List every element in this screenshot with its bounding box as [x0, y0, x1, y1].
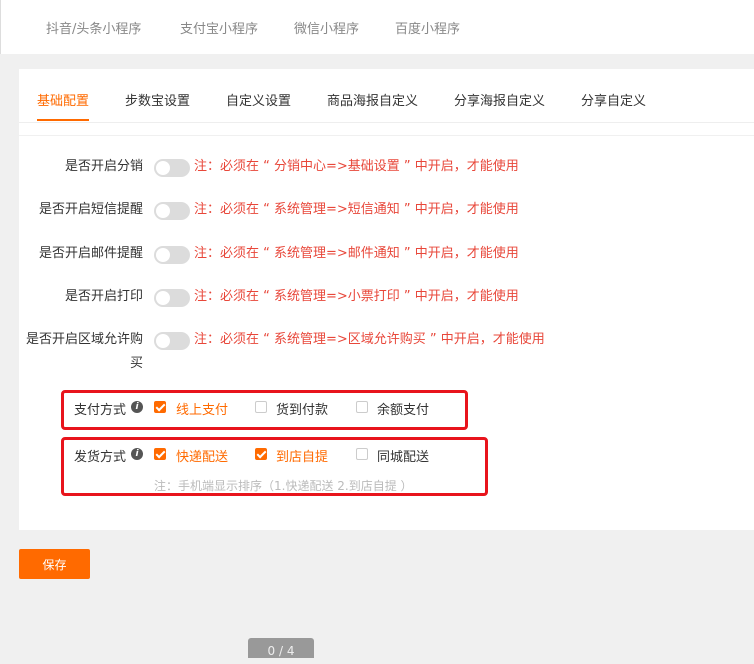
print-note: 注：必须在 “ 系统管理=>小票打印 ” 中开启，才能使用 — [194, 289, 519, 304]
tab-alipay[interactable]: 支付宝小程序 — [180, 18, 258, 37]
store-pickup-label[interactable]: 到店自提 — [276, 446, 328, 465]
platform-tabs: 抖音/头条小程序 支付宝小程序 微信小程序 百度小程序 — [0, 0, 754, 54]
cod-checkbox[interactable] — [255, 401, 267, 413]
sms-reminder-label: 是否开启短信提醒 — [38, 202, 143, 217]
divider — [19, 135, 754, 136]
tab-product-poster[interactable]: 商品海报自定义 — [327, 90, 418, 109]
tab-share-custom[interactable]: 分享自定义 — [581, 90, 646, 109]
settings-tabs: 基础配置 步数宝设置 自定义设置 商品海报自定义 分享海报自定义 分享自定义 — [19, 69, 754, 123]
info-icon[interactable]: i — [131, 448, 143, 460]
online-payment-label[interactable]: 线上支付 — [176, 399, 228, 418]
save-button[interactable]: 保存 — [19, 549, 90, 579]
sms-reminder-note: 注：必须在 “ 系统管理=>短信通知 ” 中开启，才能使用 — [194, 202, 519, 217]
same-city-delivery-label[interactable]: 同城配送 — [377, 446, 429, 465]
tab-douyin[interactable]: 抖音/头条小程序 — [46, 18, 141, 37]
delivery-order-hint: 注：手机端显示排序（1.快递配送 2.到店自提 ） — [154, 479, 413, 493]
active-tab-indicator — [37, 119, 89, 121]
cod-label[interactable]: 货到付款 — [276, 399, 328, 418]
sms-reminder-toggle[interactable] — [154, 202, 190, 220]
region-purchase-label-line1: 是否开启区域允许购 — [25, 332, 143, 347]
region-purchase-note: 注：必须在 “ 系统管理=>区域允许购买 ” 中开启，才能使用 — [194, 332, 545, 347]
email-reminder-note: 注：必须在 “ 系统管理=>邮件通知 ” 中开启，才能使用 — [194, 246, 519, 261]
email-reminder-toggle[interactable] — [154, 246, 190, 264]
balance-payment-checkbox[interactable] — [356, 401, 368, 413]
delivery-method-label: 发货方式 — [74, 450, 127, 465]
express-delivery-label[interactable]: 快递配送 — [176, 446, 228, 465]
region-purchase-label-line2: 买 — [129, 356, 143, 371]
info-icon[interactable]: i — [131, 401, 143, 413]
tab-custom-settings[interactable]: 自定义设置 — [226, 90, 291, 109]
distribution-note: 注：必须在 “ 分销中心=>基础设置 ” 中开启，才能使用 — [194, 159, 519, 174]
payment-method-label: 支付方式 — [74, 403, 127, 418]
tab-baidu[interactable]: 百度小程序 — [395, 18, 460, 37]
tab-wechat[interactable]: 微信小程序 — [294, 18, 359, 37]
settings-card: 基础配置 步数宝设置 自定义设置 商品海报自定义 分享海报自定义 分享自定义 是… — [19, 69, 754, 530]
print-label: 是否开启打印 — [64, 289, 143, 304]
online-payment-checkbox[interactable] — [154, 401, 166, 413]
same-city-delivery-checkbox[interactable] — [356, 448, 368, 460]
page-indicator: 0 / 4 — [248, 638, 314, 658]
tab-basic-config[interactable]: 基础配置 — [37, 90, 89, 109]
balance-payment-label[interactable]: 余额支付 — [377, 399, 429, 418]
tab-step-treasure[interactable]: 步数宝设置 — [125, 90, 190, 109]
region-purchase-toggle[interactable] — [154, 332, 190, 350]
print-toggle[interactable] — [154, 289, 190, 307]
distribution-label: 是否开启分销 — [64, 159, 143, 174]
distribution-toggle[interactable] — [154, 159, 190, 177]
email-reminder-label: 是否开启邮件提醒 — [38, 246, 143, 261]
region-purchase-label: 是否开启区域允许购 买 — [19, 330, 143, 374]
express-delivery-checkbox[interactable] — [154, 448, 166, 460]
tab-share-poster[interactable]: 分享海报自定义 — [454, 90, 545, 109]
store-pickup-checkbox[interactable] — [255, 448, 267, 460]
